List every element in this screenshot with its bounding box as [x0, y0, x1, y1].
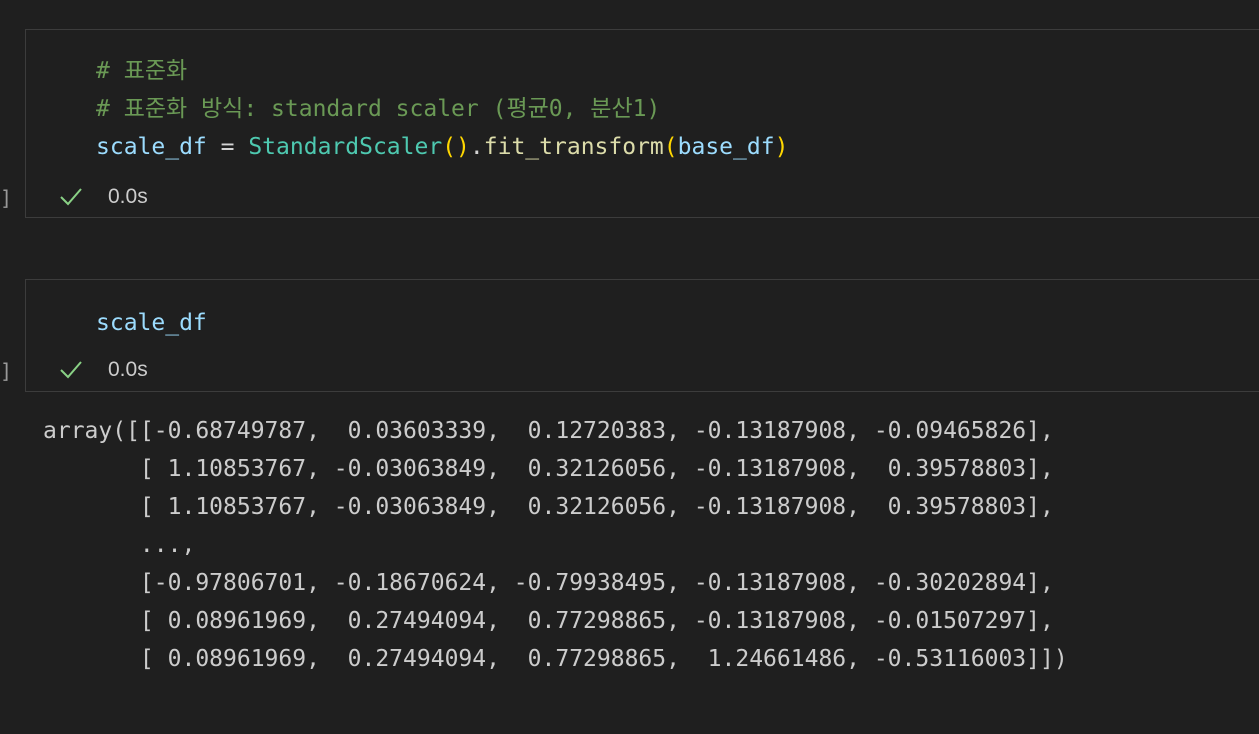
- paren-close: ): [774, 134, 789, 160]
- check-icon: [60, 361, 82, 379]
- class-standard-scaler: StandardScaler: [248, 134, 443, 160]
- output-line: [ 0.08961969, 0.27494094, 0.77298865, -0…: [43, 608, 1054, 634]
- cell-2-status: 0.0s: [58, 357, 148, 383]
- function-fit-transform: fit_transform: [483, 134, 664, 160]
- variable-scale-df: scale_df: [96, 310, 207, 336]
- cell-2-output: array([[-0.68749787, 0.03603339, 0.12720…: [43, 412, 1068, 678]
- dot-operator: .: [469, 134, 484, 160]
- code-cell-1[interactable]: # 표준화 # 표준화 방식: standard scaler (평균0, 분산…: [25, 29, 1259, 218]
- paren-open: (: [663, 134, 678, 160]
- cell-2-execution-bracket: ]: [0, 359, 13, 383]
- cell-1-status: 0.0s: [58, 184, 148, 210]
- variable-scale-df: scale_df: [96, 134, 207, 160]
- output-line: array([[-0.68749787, 0.03603339, 0.12720…: [43, 418, 1054, 444]
- cell-1-execution-bracket: ]: [0, 186, 13, 210]
- assign-operator: =: [206, 134, 249, 160]
- cell-1-duration: 0.0s: [108, 185, 148, 208]
- cell-1-code[interactable]: # 표준화 # 표준화 방식: standard scaler (평균0, 분산…: [96, 52, 788, 166]
- output-line: ...,: [43, 532, 196, 558]
- comment-line-1: # 표준화: [96, 58, 188, 84]
- check-icon: [60, 188, 82, 206]
- output-line: [-0.97806701, -0.18670624, -0.79938495, …: [43, 570, 1054, 596]
- output-line: [ 1.10853767, -0.03063849, 0.32126056, -…: [43, 456, 1054, 482]
- output-line: [ 1.10853767, -0.03063849, 0.32126056, -…: [43, 494, 1054, 520]
- comment-line-2: # 표준화 방식: standard scaler (평균0, 분산1): [96, 96, 661, 122]
- cell-2-duration: 0.0s: [108, 358, 148, 381]
- notebook-editor: ] # 표준화 # 표준화 방식: standard scaler (평균0, …: [0, 0, 1259, 734]
- code-cell-2[interactable]: scale_df 0.0s: [25, 279, 1259, 392]
- paren-call: (): [442, 134, 470, 160]
- cell-2-code[interactable]: scale_df: [96, 304, 207, 342]
- argument-base-df: base_df: [677, 134, 775, 160]
- output-line: [ 0.08961969, 0.27494094, 0.77298865, 1.…: [43, 646, 1068, 672]
